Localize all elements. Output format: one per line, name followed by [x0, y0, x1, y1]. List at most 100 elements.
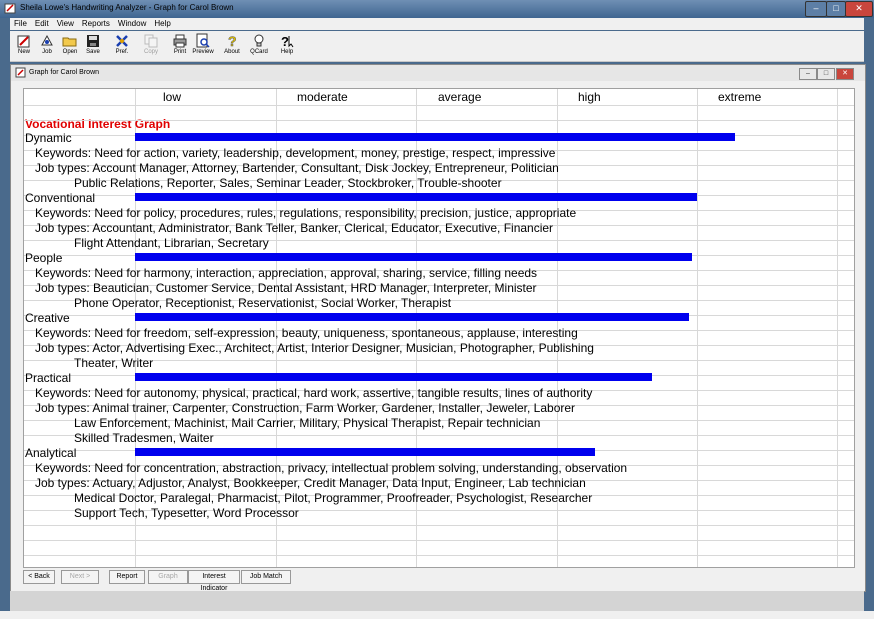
category-name: Creative: [25, 311, 70, 325]
minimize-button[interactable]: –: [805, 1, 827, 17]
print-icon: [173, 34, 187, 48]
level-header-moderate: moderate: [297, 90, 348, 104]
next-button[interactable]: Next >: [61, 570, 99, 584]
doc-maximize-button[interactable]: □: [817, 68, 835, 80]
help-button[interactable]: ? Help: [276, 32, 298, 59]
job-types-line: Support Tech, Typesetter, Word Processor: [74, 506, 299, 520]
help-label: Help: [280, 49, 294, 55]
job-types-line: Job types: Actuary, Adjustor, Analyst, B…: [35, 476, 586, 490]
save-label: Save: [86, 49, 100, 55]
category-name: People: [25, 251, 63, 265]
job-label: Job: [42, 49, 52, 55]
preferences-label: Pref.: [115, 49, 129, 55]
job-types-line: Skilled Tradesmen, Waiter: [74, 431, 214, 445]
keywords-line: Keywords: Need for freedom, self-express…: [35, 326, 578, 340]
category-score-bar: [135, 313, 689, 321]
job-types-line: Job types: Beautician, Customer Service,…: [35, 281, 537, 295]
print-label: Print: [173, 49, 187, 55]
menu-view[interactable]: View: [53, 18, 78, 28]
preview-button[interactable]: Preview: [192, 32, 214, 59]
new-label: New: [17, 49, 30, 55]
job-types-line: Public Relations, Reporter, Sales, Semin…: [74, 176, 502, 190]
preview-icon: [196, 33, 210, 48]
about-icon: ?: [228, 33, 237, 49]
keywords-line: Keywords: Need for autonomy, physical, p…: [35, 386, 593, 400]
about-label: About: [224, 49, 240, 55]
report-button[interactable]: Report: [109, 570, 145, 584]
job-types-line: Job types: Animal trainer, Carpenter, Co…: [35, 401, 576, 415]
level-header-high: high: [578, 90, 601, 104]
save-button[interactable]: Save: [82, 32, 104, 59]
keywords-line: Keywords: Need for harmony, interaction,…: [35, 266, 538, 280]
job-types-line: Law Enforcement, Machinist, Mail Carrier…: [74, 416, 541, 430]
graph-window-title-bar: Graph for Carol Brown – □ ✕: [11, 65, 865, 81]
qcard-label: QCard: [250, 49, 268, 55]
preferences-icon: [116, 35, 128, 47]
preferences-button[interactable]: Pref.: [111, 32, 133, 59]
category-score-bar: [135, 448, 595, 456]
job-icon: [41, 34, 53, 46]
copy-icon: [144, 34, 158, 48]
interest-indicator-button[interactable]: Interest Indicator: [188, 570, 240, 592]
vocational-interest-grid: low moderate average high extreme Vocati…: [23, 88, 855, 568]
job-types-line: Theater, Writer: [74, 356, 154, 370]
grid-row-line: [24, 105, 854, 106]
menu-help[interactable]: Help: [150, 18, 174, 28]
maximize-button[interactable]: □: [826, 1, 846, 17]
keywords-line: Keywords: Need for action, variety, lead…: [35, 146, 556, 160]
grid-row-line: [24, 555, 854, 556]
job-types-line: Job types: Actor, Advertising Exec., Arc…: [35, 341, 594, 355]
help-icon: ?: [281, 34, 294, 49]
menu-file[interactable]: File: [10, 18, 31, 28]
keywords-line: Keywords: Need for policy, procedures, r…: [35, 206, 577, 220]
new-icon: [17, 35, 30, 48]
save-disk-icon: [87, 35, 99, 47]
menu-edit[interactable]: Edit: [31, 18, 53, 28]
toolbar: New Job Open Save Pref. Copy Print Previ…: [10, 31, 864, 62]
grid-row-line: [24, 540, 854, 541]
graph-button[interactable]: Graph: [148, 570, 188, 584]
status-bar: [10, 591, 864, 611]
grid-row-line: [24, 525, 854, 526]
qcard-icon: [254, 34, 264, 47]
open-button[interactable]: Open: [59, 32, 81, 59]
document-icon: [15, 67, 26, 78]
taskbar: [0, 611, 874, 619]
svg-text:?: ?: [228, 33, 237, 49]
job-types-line: Flight Attendant, Librarian, Secretary: [74, 236, 269, 250]
category-score-bar: [135, 373, 652, 381]
copy-label: Copy: [143, 49, 158, 55]
doc-minimize-button[interactable]: –: [799, 68, 817, 80]
job-types-line: Job types: Accountant, Administrator, Ba…: [35, 221, 554, 235]
job-types-line: Medical Doctor, Paralegal, Pharmacist, P…: [74, 491, 593, 505]
preview-label: Preview: [192, 49, 214, 55]
menu-reports[interactable]: Reports: [78, 18, 114, 28]
menu-window[interactable]: Window: [114, 18, 150, 28]
level-header-average: average: [438, 90, 482, 104]
job-button[interactable]: Job: [36, 32, 58, 59]
category-score-bar: [135, 253, 692, 261]
grid-row-line: [24, 120, 854, 121]
qcard-button[interactable]: QCard: [248, 32, 270, 59]
level-header-low: low: [163, 90, 182, 104]
close-button[interactable]: ✕: [845, 1, 873, 17]
job-types-line: Phone Operator, Receptionist, Reservatio…: [74, 296, 452, 310]
back-button[interactable]: < Back: [23, 570, 55, 584]
about-button[interactable]: ? About: [221, 32, 243, 59]
print-button[interactable]: Print: [169, 32, 191, 59]
category-name: Dynamic: [25, 131, 72, 145]
copy-button[interactable]: Copy: [140, 32, 162, 59]
doc-close-button[interactable]: ✕: [836, 68, 854, 80]
new-button[interactable]: New: [13, 32, 35, 59]
category-name: Practical: [25, 371, 72, 385]
category-name: Analytical: [25, 446, 77, 460]
graph-window-title: Graph for Carol Brown: [29, 69, 100, 76]
svg-text:?: ?: [281, 34, 289, 49]
category-score-bar: [135, 193, 697, 201]
app-title-bar: Sheila Lowe's Handwriting Analyzer - Gra…: [0, 0, 874, 18]
job-match-button[interactable]: Job Match: [241, 570, 291, 584]
graph-window: Graph for Carol Brown – □ ✕ low moderate…: [10, 64, 866, 592]
category-score-bar: [135, 133, 735, 141]
open-label: Open: [62, 49, 78, 55]
menu-bar: File Edit View Reports Window Help: [10, 18, 864, 30]
